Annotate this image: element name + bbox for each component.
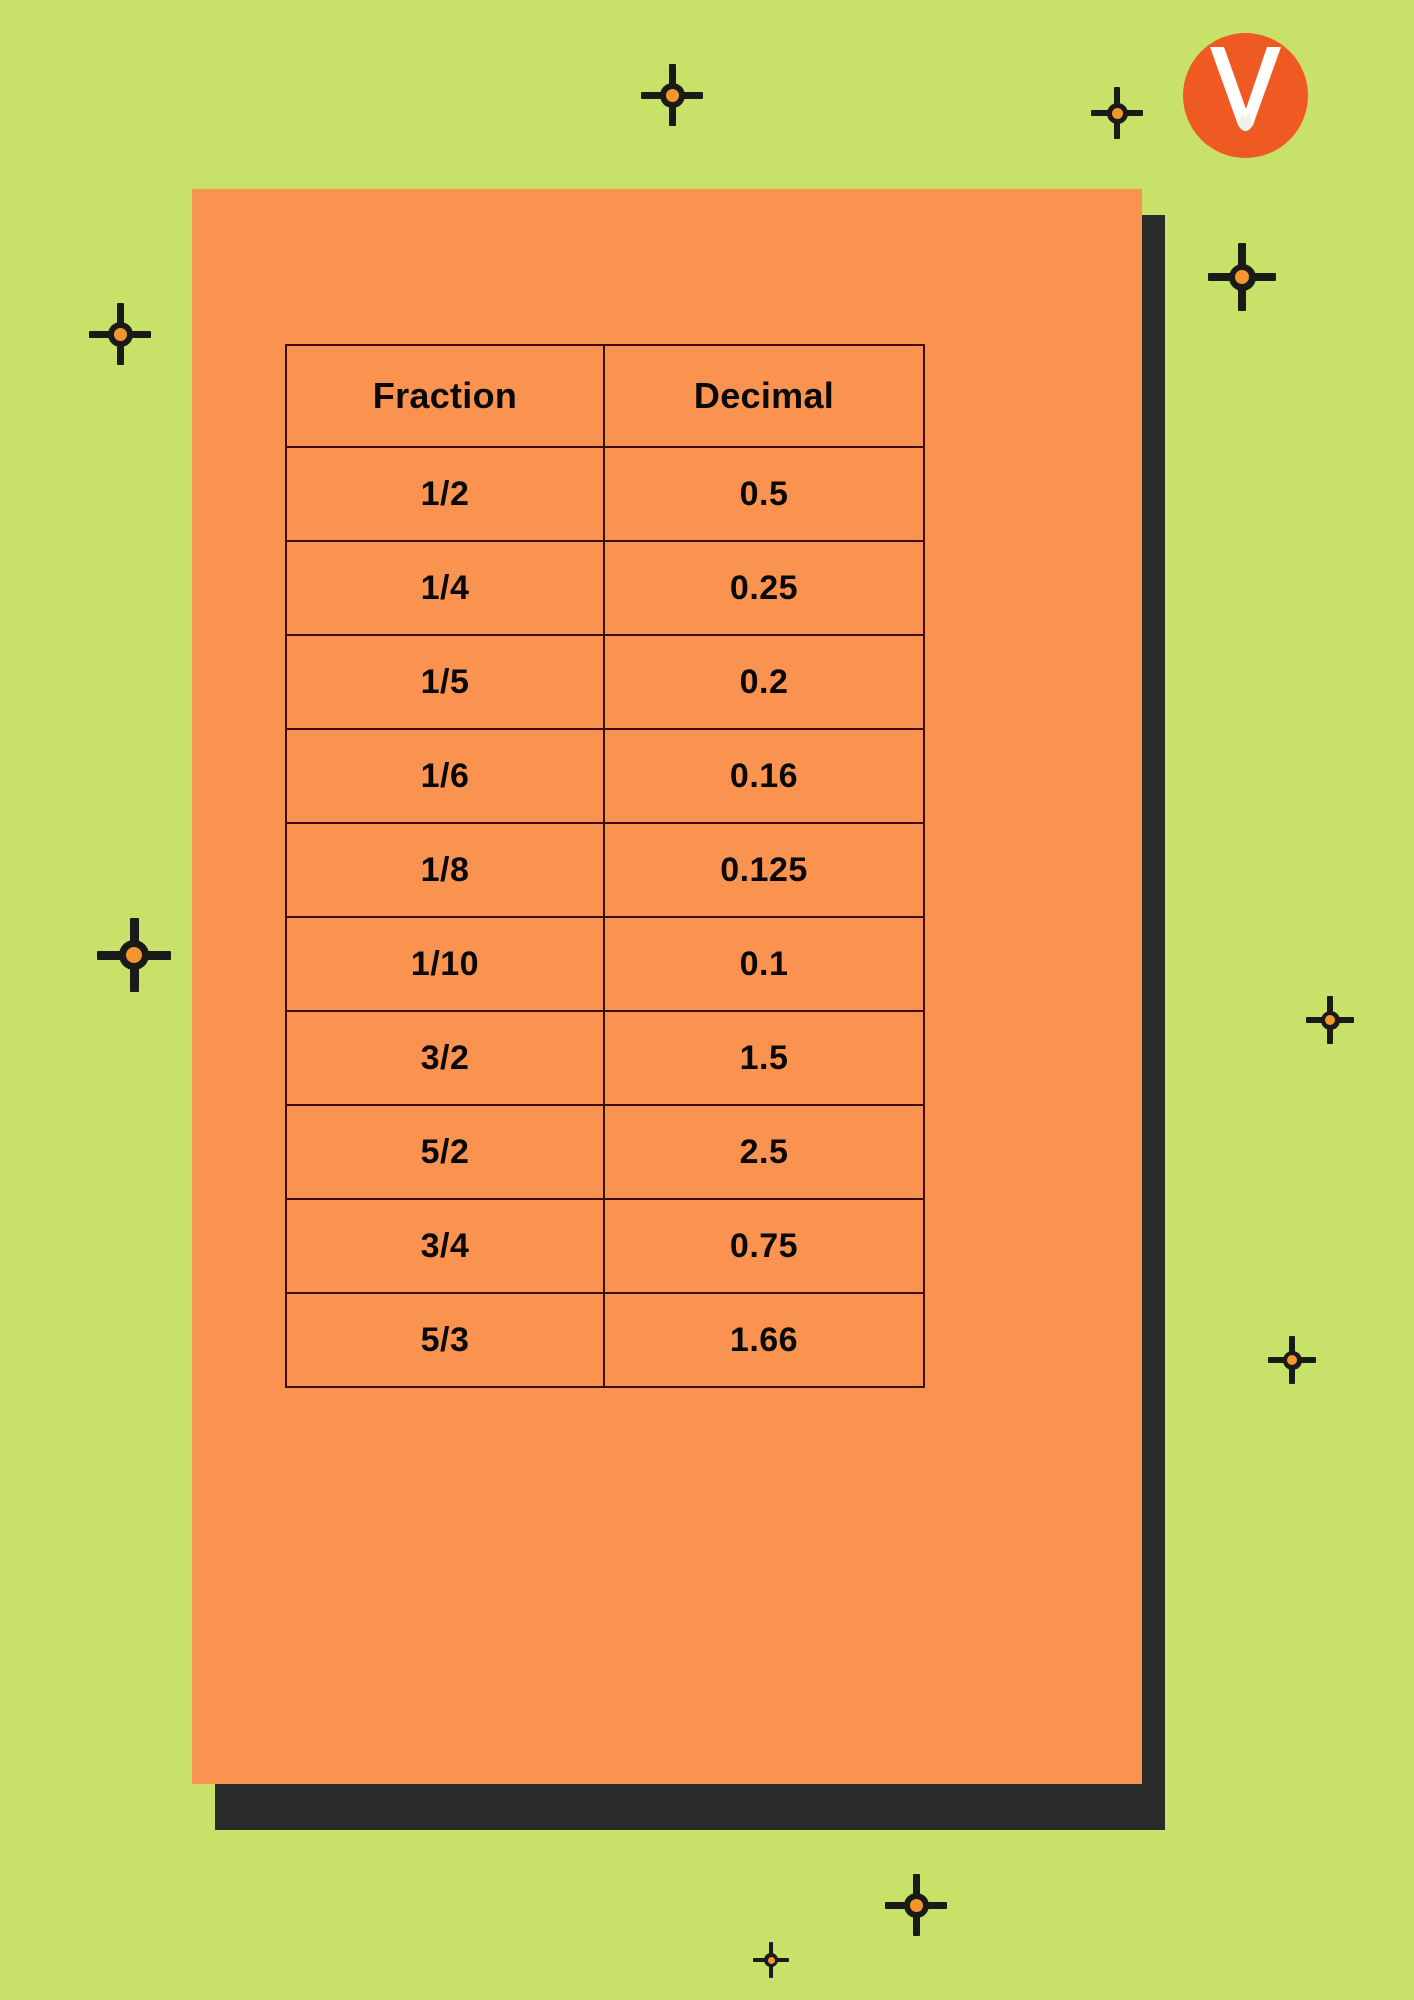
- cell-fraction: 1/8: [285, 822, 605, 918]
- table-row: 1/6 0.16: [285, 728, 925, 824]
- table-row: 5/3 1.66: [285, 1292, 925, 1388]
- cell-decimal: 0.25: [603, 540, 925, 636]
- content-card: Fraction Decimal 1/2 0.5 1/4 0.25 1/5 0.…: [192, 189, 1142, 1784]
- sparkle-right-middle-icon: [1306, 996, 1354, 1044]
- table-row: 1/4 0.25: [285, 540, 925, 636]
- table-row: 3/4 0.75: [285, 1198, 925, 1294]
- table-head: Fraction Decimal: [285, 344, 925, 448]
- cell-decimal: 2.5: [603, 1104, 925, 1200]
- cell-fraction: 1/5: [285, 634, 605, 730]
- cell-decimal: 0.5: [603, 446, 925, 542]
- cell-decimal: 1.5: [603, 1010, 925, 1106]
- sparkle-top-center-icon: [641, 64, 703, 126]
- cell-decimal: 0.75: [603, 1198, 925, 1294]
- table-row: 5/2 2.5: [285, 1104, 925, 1200]
- column-header-fraction: Fraction: [285, 344, 605, 448]
- table-row: 1/8 0.125: [285, 822, 925, 918]
- cell-fraction: 5/2: [285, 1104, 605, 1200]
- sparkle-top-right-icon: [1091, 87, 1143, 139]
- cell-decimal: 0.1: [603, 916, 925, 1012]
- fraction-decimal-table: Fraction Decimal 1/2 0.5 1/4 0.25 1/5 0.…: [285, 344, 925, 1388]
- sparkle-right-upper-icon: [1208, 243, 1276, 311]
- cell-fraction: 1/4: [285, 540, 605, 636]
- table-body: 1/2 0.5 1/4 0.25 1/5 0.2 1/6 0.16 1/8 0.…: [285, 446, 925, 1388]
- logo-v-mark: [1210, 47, 1281, 131]
- cell-fraction: 5/3: [285, 1292, 605, 1388]
- cell-decimal: 0.125: [603, 822, 925, 918]
- table-row: 1/2 0.5: [285, 446, 925, 542]
- cell-decimal: 1.66: [603, 1292, 925, 1388]
- cell-fraction: 3/2: [285, 1010, 605, 1106]
- sparkle-left-upper-icon: [89, 303, 151, 365]
- table-row: 3/2 1.5: [285, 1010, 925, 1106]
- poster-canvas: Fraction Decimal 1/2 0.5 1/4 0.25 1/5 0.…: [0, 0, 1414, 2000]
- table-header-row: Fraction Decimal: [285, 344, 925, 448]
- sparkle-bottom-left-small-icon: [753, 1942, 789, 1978]
- cell-decimal: 0.16: [603, 728, 925, 824]
- cell-fraction: 3/4: [285, 1198, 605, 1294]
- sparkle-right-lower-icon: [1268, 1336, 1316, 1384]
- cell-fraction: 1/10: [285, 916, 605, 1012]
- table-row: 1/5 0.2: [285, 634, 925, 730]
- cell-fraction: 1/2: [285, 446, 605, 542]
- cell-fraction: 1/6: [285, 728, 605, 824]
- column-header-decimal: Decimal: [603, 344, 925, 448]
- cell-decimal: 0.2: [603, 634, 925, 730]
- vedantu-logo: [1183, 33, 1308, 158]
- table-row: 1/10 0.1: [285, 916, 925, 1012]
- sparkle-left-middle-icon: [97, 918, 171, 992]
- sparkle-bottom-center-icon: [885, 1874, 947, 1936]
